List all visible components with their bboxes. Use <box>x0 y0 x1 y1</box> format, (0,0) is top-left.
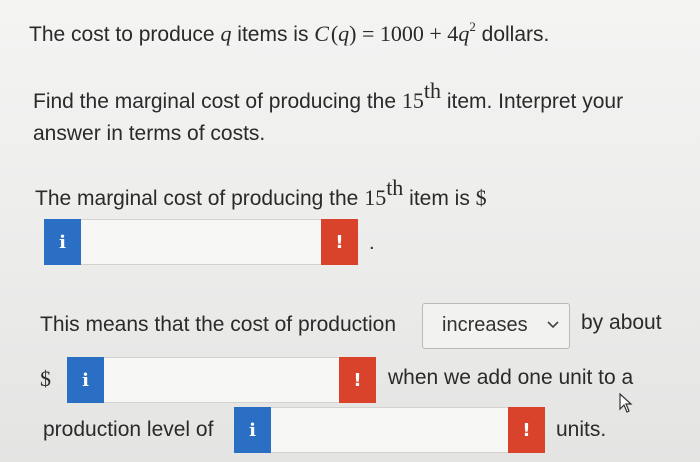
cost-formula: C (q) = 1000 + 4q2 <box>314 18 476 46</box>
chevron-down-icon <box>547 321 559 329</box>
production-level-input[interactable]: i ! <box>234 407 545 453</box>
info-icon[interactable]: i <box>44 219 81 265</box>
by-about-label: by about <box>581 311 662 334</box>
statement-text-2: items is <box>231 23 315 46</box>
mouse-cursor-icon <box>619 392 633 413</box>
production-level-label: production level of <box>43 418 214 441</box>
question-prompt-cont: answer in terms of costs. <box>33 122 266 145</box>
dollar-sign: $ <box>40 366 51 391</box>
dropdown-value: increases <box>442 314 528 336</box>
cost-function-statement: The cost to produce q items is C (q) = 1… <box>29 20 549 49</box>
cost-change-input[interactable]: i ! <box>67 357 376 403</box>
error-icon: ! <box>339 357 376 403</box>
units-label: units. <box>556 418 607 441</box>
question-prompt: Find the marginal cost of producing the … <box>33 78 624 114</box>
error-icon: ! <box>508 407 545 453</box>
marginal-cost-input[interactable]: i ! <box>44 219 358 265</box>
statement-text: The cost to produce <box>29 23 221 46</box>
info-icon[interactable]: i <box>234 407 271 453</box>
marginal-cost-label: The marginal cost of producing the 15th … <box>35 175 487 211</box>
direction-dropdown[interactable]: increases <box>422 303 570 349</box>
question-page: The cost to produce q items is C (q) = 1… <box>0 0 700 462</box>
variable-q: q <box>220 21 232 46</box>
info-icon[interactable]: i <box>67 357 104 403</box>
period: . <box>369 232 375 254</box>
error-icon: ! <box>321 219 358 265</box>
add-unit-label: when we add one unit to a <box>388 366 634 389</box>
interpretation-label: This means that the cost of production <box>40 313 397 336</box>
units-text: dollars. <box>475 23 550 46</box>
